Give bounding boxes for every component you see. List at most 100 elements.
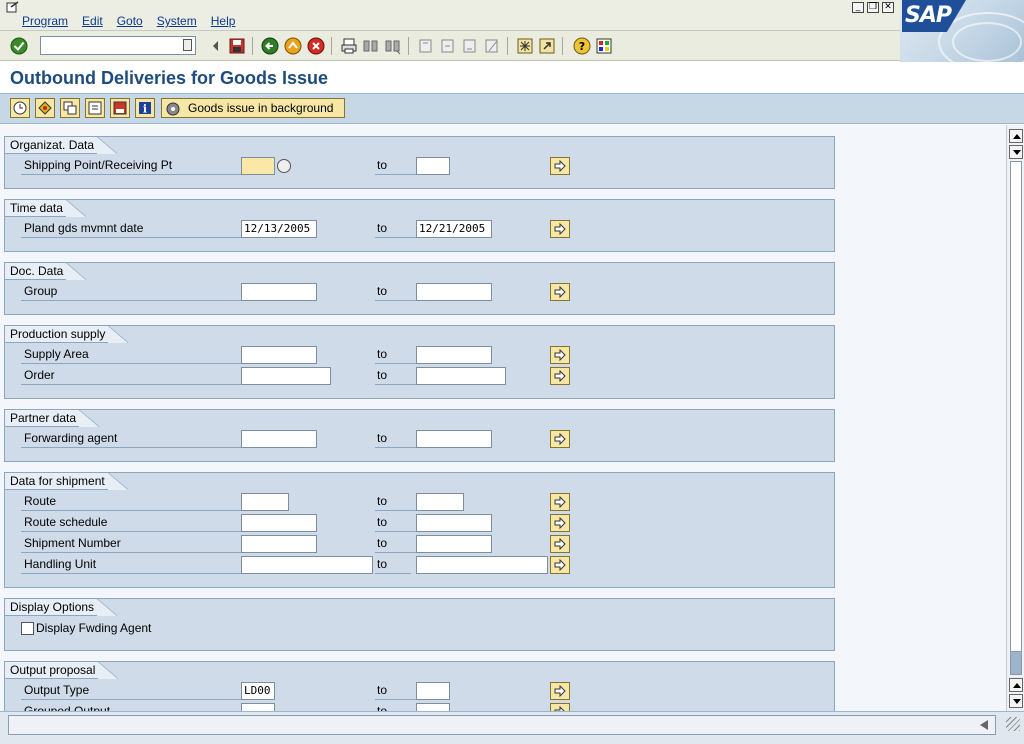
route-schedule-to-input[interactable]: [416, 514, 492, 532]
logo-ripple: [952, 22, 1022, 62]
group-from-input[interactable]: [241, 283, 317, 301]
multiple-selection-arrow-button[interactable]: [550, 430, 570, 448]
information-button[interactable]: i: [135, 98, 155, 118]
save-variant-button[interactable]: [110, 98, 130, 118]
title-bar: Outbound Deliveries for Goods Issue: [0, 62, 1024, 94]
find-icon[interactable]: [362, 37, 380, 55]
planned-gm-date-from-input[interactable]: 12/13/2005: [241, 220, 317, 238]
group-organizational-data: Organizat. Data Shipping Point/Receiving…: [4, 136, 835, 189]
help-icon[interactable]: ?: [573, 37, 591, 55]
command-field[interactable]: [40, 36, 196, 55]
status-bar: [0, 711, 1024, 744]
scroll-down-icon[interactable]: [1009, 694, 1023, 708]
first-page-icon[interactable]: [417, 37, 435, 55]
next-page-icon[interactable]: [461, 37, 479, 55]
menu-goto[interactable]: Goto: [117, 14, 143, 28]
planned-gm-date-to-input[interactable]: 12/21/2005: [416, 220, 492, 238]
menu-edit[interactable]: Edit: [82, 14, 103, 28]
back-arrow-small-icon[interactable]: [207, 37, 225, 55]
toolbar-separator: [408, 37, 409, 55]
multiple-selection-arrow-button[interactable]: [550, 346, 570, 364]
resize-grip-icon[interactable]: [1006, 717, 1020, 731]
forwarding-agent-from-input[interactable]: [241, 430, 317, 448]
window-controls: _ ❐ ✕: [852, 2, 894, 13]
page-title: Outbound Deliveries for Goods Issue: [10, 68, 329, 88]
group-title: Partner data: [5, 410, 100, 427]
layout-menu-icon[interactable]: [595, 37, 613, 55]
multiple-selection-arrow-button[interactable]: [550, 157, 570, 175]
shipping-point-label: Shipping Point/Receiving Pt: [21, 157, 245, 175]
menu-help[interactable]: Help: [211, 14, 236, 28]
forwarding-agent-label: Forwarding agent: [21, 430, 245, 448]
multiple-selection-arrow-button[interactable]: [550, 682, 570, 700]
scrollbar-track[interactable]: [1010, 161, 1022, 675]
command-history-icon[interactable]: [183, 39, 192, 51]
order-from-input[interactable]: [241, 367, 331, 385]
goods-issue-background-button[interactable]: Goods issue in background: [161, 98, 345, 118]
scroll-up-icon[interactable]: [1009, 129, 1023, 143]
shipping-point-from-input[interactable]: [241, 157, 275, 175]
value-help-icon[interactable]: [277, 159, 291, 173]
save-icon[interactable]: [228, 37, 246, 55]
grouped-output-to-input[interactable]: [416, 703, 450, 711]
handling-unit-from-input[interactable]: [241, 556, 373, 574]
supply-area-from-input[interactable]: [241, 346, 317, 364]
route-schedule-from-input[interactable]: [241, 514, 317, 532]
exit-icon[interactable]: [284, 37, 302, 55]
multiple-selection-arrow-button[interactable]: [550, 367, 570, 385]
print-icon[interactable]: [340, 37, 358, 55]
group-to-input[interactable]: [416, 283, 492, 301]
multiple-selection-arrow-button[interactable]: [550, 220, 570, 238]
shortcut-icon[interactable]: [538, 37, 556, 55]
multiple-selection-arrow-button[interactable]: [550, 556, 570, 574]
svg-text:?: ?: [579, 40, 585, 53]
handling-unit-to-input[interactable]: [416, 556, 548, 574]
supply-area-to-input[interactable]: [416, 346, 492, 364]
forwarding-agent-to-input[interactable]: [416, 430, 492, 448]
multiple-selection-arrow-button[interactable]: [550, 283, 570, 301]
group-title: Time data: [5, 200, 86, 217]
multiple-selection-arrow-button[interactable]: [550, 514, 570, 532]
close-window-icon[interactable]: ✕: [882, 2, 894, 13]
shipment-number-to-input[interactable]: [416, 535, 492, 553]
shipping-point-to-input[interactable]: [416, 157, 450, 175]
back-icon[interactable]: [261, 37, 279, 55]
scroll-page-up-icon[interactable]: [1009, 678, 1023, 692]
multiple-selection-arrow-button[interactable]: [550, 535, 570, 553]
route-from-input[interactable]: [241, 493, 289, 511]
multiple-selection-arrow-button[interactable]: [550, 703, 570, 711]
previous-page-icon[interactable]: [439, 37, 457, 55]
last-page-icon[interactable]: [483, 37, 501, 55]
create-session-icon[interactable]: [516, 37, 534, 55]
background-job-icon: [166, 102, 180, 116]
vertical-scrollbar[interactable]: [1006, 125, 1024, 711]
order-to-input[interactable]: [416, 367, 506, 385]
multiple-selection-button[interactable]: [60, 98, 80, 118]
multiple-selection-arrow-button[interactable]: [550, 493, 570, 511]
get-variant-button[interactable]: [35, 98, 55, 118]
restore-icon[interactable]: ❐: [867, 2, 879, 13]
dynamic-selections-button[interactable]: [85, 98, 105, 118]
scroll-page-down-icon[interactable]: [1009, 145, 1023, 159]
minimize-icon[interactable]: _: [852, 2, 864, 13]
route-to-input[interactable]: [416, 493, 464, 511]
group-shipment-data: Data for shipment Route to Route schedul…: [4, 472, 835, 588]
planned-gm-date-label: Pland gds mvmnt date: [21, 220, 245, 238]
display-fwding-agent-checkbox[interactable]: [21, 622, 34, 635]
shipment-number-from-input[interactable]: [241, 535, 317, 553]
output-type-from-input[interactable]: LD00: [241, 682, 275, 700]
menu-system[interactable]: System: [157, 14, 197, 28]
output-type-to-input[interactable]: [416, 682, 450, 700]
cancel-icon[interactable]: [307, 37, 325, 55]
enter-check-icon[interactable]: [10, 37, 28, 55]
group-time-data: Time data Pland gds mvmnt date 12/13/200…: [4, 199, 835, 252]
status-expand-icon[interactable]: [980, 720, 988, 730]
menu-items: Program Edit Goto System Help: [22, 14, 235, 28]
menu-program[interactable]: Program: [22, 14, 68, 28]
system-menu-icon[interactable]: [6, 1, 20, 13]
scrollbar-thumb[interactable]: [1010, 651, 1022, 675]
to-label: to: [375, 556, 411, 574]
grouped-output-from-input[interactable]: [241, 703, 275, 711]
execute-button[interactable]: [10, 98, 30, 118]
find-next-icon[interactable]: [384, 37, 402, 55]
